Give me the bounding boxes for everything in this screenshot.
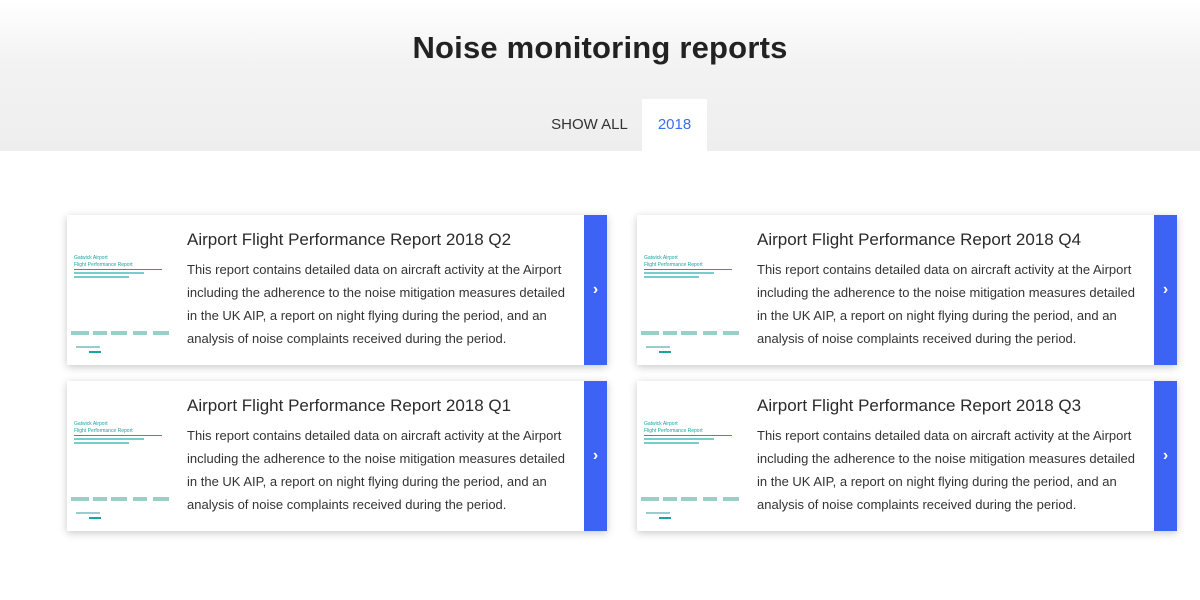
thumbnail-logo-strip <box>71 495 171 503</box>
page-header: Noise monitoring reports SHOW ALL 2018 <box>0 0 1200 151</box>
open-report-button[interactable]: › <box>1154 215 1177 365</box>
open-report-button[interactable]: › <box>584 215 607 365</box>
thumbnail-footer-line <box>646 512 670 514</box>
thumbnail-title-text: Flight Performance Report <box>74 262 133 268</box>
thumbnail-brand-text: Gatwick Airport <box>74 421 108 427</box>
thumbnail-subtext-line <box>644 276 699 278</box>
thumbnail-subtext-line <box>74 438 144 440</box>
filter-tabs: SHOW ALL 2018 <box>0 99 1200 151</box>
thumbnail-footer-line <box>76 346 100 348</box>
thumbnail-brand-text: Gatwick Airport <box>644 421 678 427</box>
thumbnail-logo-strip <box>641 495 741 503</box>
report-card-2018-q3[interactable]: Gatwick Airport Flight Performance Repor… <box>637 381 1177 531</box>
report-card-2018-q4[interactable]: Gatwick Airport Flight Performance Repor… <box>637 215 1177 365</box>
report-description: This report contains detailed data on ai… <box>757 262 1135 346</box>
report-title[interactable]: Airport Flight Performance Report 2018 Q… <box>187 396 511 416</box>
thumbnail-footer-logo <box>89 351 101 353</box>
report-description: This report contains detailed data on ai… <box>187 262 565 346</box>
thumbnail-subtext-line <box>644 272 714 274</box>
thumbnail-rule <box>74 269 162 270</box>
report-title[interactable]: Airport Flight Performance Report 2018 Q… <box>757 396 1081 416</box>
chevron-right-icon: › <box>1162 281 1169 298</box>
tab-show-all[interactable]: SHOW ALL <box>537 99 642 151</box>
report-thumbnail[interactable]: Gatwick Airport Flight Performance Repor… <box>67 215 175 365</box>
chevron-right-icon: › <box>1162 447 1169 464</box>
thumbnail-title-text: Flight Performance Report <box>644 262 703 268</box>
report-thumbnail[interactable]: Gatwick Airport Flight Performance Repor… <box>637 381 745 531</box>
report-thumbnail[interactable]: Gatwick Airport Flight Performance Repor… <box>67 381 175 531</box>
page-title: Noise monitoring reports <box>412 30 788 65</box>
report-title[interactable]: Airport Flight Performance Report 2018 Q… <box>187 230 511 250</box>
thumbnail-footer-line <box>76 512 100 514</box>
thumbnail-subtext-line <box>74 276 129 278</box>
open-report-button[interactable]: › <box>1154 381 1177 531</box>
thumbnail-rule <box>74 435 162 436</box>
report-title[interactable]: Airport Flight Performance Report 2018 Q… <box>757 230 1081 250</box>
thumbnail-footer-logo <box>659 351 671 353</box>
report-card-2018-q1[interactable]: Gatwick Airport Flight Performance Repor… <box>67 381 607 531</box>
thumbnail-footer-logo <box>659 517 671 519</box>
chevron-right-icon: › <box>592 447 599 464</box>
thumbnail-brand-text: Gatwick Airport <box>644 255 678 261</box>
report-description: This report contains detailed data on ai… <box>187 428 565 512</box>
tab-2018[interactable]: 2018 <box>642 99 707 151</box>
report-card-2018-q2[interactable]: Gatwick Airport Flight Performance Repor… <box>67 215 607 365</box>
thumbnail-logo-strip <box>641 329 741 337</box>
thumbnail-logo-strip <box>71 329 171 337</box>
open-report-button[interactable]: › <box>584 381 607 531</box>
thumbnail-rule <box>644 269 732 270</box>
thumbnail-title-text: Flight Performance Report <box>644 428 703 434</box>
thumbnail-title-text: Flight Performance Report <box>74 428 133 434</box>
thumbnail-subtext-line <box>74 272 144 274</box>
thumbnail-rule <box>644 435 732 436</box>
thumbnail-subtext-line <box>644 442 699 444</box>
thumbnail-subtext-line <box>74 442 129 444</box>
report-thumbnail[interactable]: Gatwick Airport Flight Performance Repor… <box>637 215 745 365</box>
chevron-right-icon: › <box>592 281 599 298</box>
thumbnail-subtext-line <box>644 438 714 440</box>
thumbnail-footer-line <box>646 346 670 348</box>
report-description: This report contains detailed data on ai… <box>757 428 1135 512</box>
thumbnail-brand-text: Gatwick Airport <box>74 255 108 261</box>
thumbnail-footer-logo <box>89 517 101 519</box>
